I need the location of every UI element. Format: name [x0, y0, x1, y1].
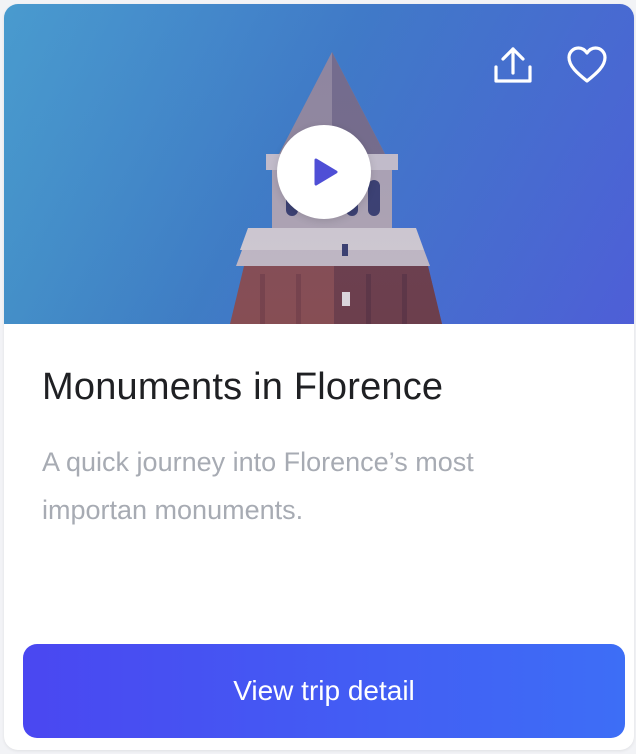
view-trip-detail-button[interactable]: View trip detail — [23, 644, 625, 738]
share-upload-icon[interactable] — [488, 40, 538, 90]
trip-card: Monuments in Florence A quick journey in… — [4, 4, 634, 750]
heart-icon[interactable] — [562, 40, 612, 90]
trip-hero-image[interactable] — [4, 4, 634, 324]
trip-description: A quick journey into Florence’s most imp… — [42, 447, 474, 525]
play-icon — [314, 158, 338, 186]
trip-title: Monuments in Florence — [42, 366, 444, 408]
play-button[interactable] — [277, 125, 371, 219]
